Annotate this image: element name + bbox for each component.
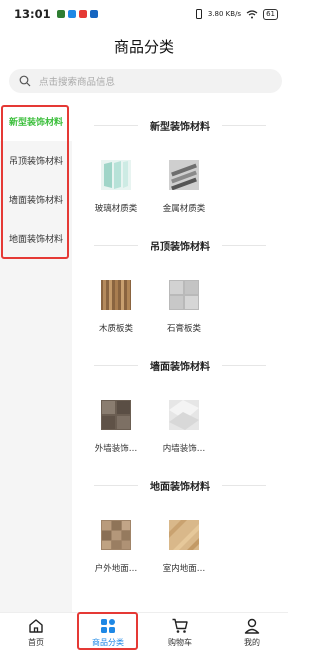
tile-label: 内墙装饰… [162, 444, 206, 454]
tile-label: 石膏板类 [166, 324, 201, 334]
divider [94, 124, 138, 126]
tab-label: 我的 [244, 638, 260, 647]
user-icon [244, 618, 260, 634]
app-notification-icon [56, 10, 65, 18]
search-placeholder: 点击搜索商品信息 [39, 77, 116, 88]
sidebar-item-ceiling-materials[interactable]: 吊顶装饰材料 [0, 141, 72, 180]
section-header: 地面装饰材料 [72, 462, 288, 508]
search-input[interactable]: 点击搜索商品信息 [9, 69, 282, 93]
category-tile-exterior-wall[interactable]: 外墙装饰… [82, 388, 150, 462]
section-title: 新型装饰材料 [150, 121, 210, 133]
sidebar-item-floor-materials[interactable]: 地面装饰材料 [0, 219, 72, 258]
network-speed: 3.80 KB/s [207, 10, 242, 18]
category-tile-metal[interactable]: 金属材质类 [150, 148, 218, 222]
sidebar-item-new-materials[interactable]: 新型装饰材料 [0, 102, 72, 141]
tab-label: 商品分类 [92, 638, 124, 647]
outdoor-floor-image [101, 520, 131, 550]
wifi-icon [246, 9, 258, 18]
interior-wall-image [169, 400, 199, 430]
category-tile-gypsum-board[interactable]: 石膏板类 [150, 268, 218, 342]
category-tile-outdoor-floor[interactable]: 户外地面… [82, 508, 150, 582]
divider [222, 484, 266, 486]
status-bar: 13:01 3.80 KB/s 61 [0, 0, 288, 28]
app-notification-icon [89, 10, 98, 18]
tab-profile[interactable]: 我的 [216, 613, 288, 652]
status-app-icons [56, 10, 98, 18]
metal-material-image [169, 160, 199, 190]
glass-material-image [101, 160, 131, 190]
section-header: 吊顶装饰材料 [72, 222, 288, 268]
battery-icon: 61 [263, 8, 278, 20]
section-title: 地面装饰材料 [150, 481, 210, 493]
home-icon [29, 619, 43, 633]
tile-label: 玻璃材质类 [94, 204, 138, 214]
category-tile-indoor-floor[interactable]: 室内地面… [150, 508, 218, 582]
divider [222, 124, 266, 126]
section-ceiling-materials: 吊顶装饰材料 木质板类 石膏板类 [72, 222, 288, 342]
vibrate-icon [195, 9, 202, 19]
gypsum-board-image [169, 280, 199, 310]
tile-label: 户外地面… [94, 564, 138, 574]
tab-category[interactable]: 商品分类 [72, 613, 144, 652]
category-tile-interior-wall[interactable]: 内墙装饰… [150, 388, 218, 462]
divider [222, 244, 266, 246]
section-floor-materials: 地面装饰材料 户外地面… 室内地面… [72, 462, 288, 582]
divider [222, 364, 266, 366]
category-icon [101, 619, 115, 633]
search-icon [19, 75, 31, 87]
divider [94, 244, 138, 246]
section-new-materials: 新型装饰材料 玻璃材质类 金属材质类 [72, 102, 288, 222]
tab-label: 购物车 [168, 638, 192, 647]
section-wall-materials: 墙面装饰材料 外墙装饰… 内墙装饰… [72, 342, 288, 462]
app-notification-icon [67, 10, 76, 18]
wood-board-image [101, 280, 131, 310]
section-title: 墙面装饰材料 [150, 361, 210, 373]
page-header: 商品分类 [0, 28, 288, 64]
section-title: 吊顶装饰材料 [150, 241, 210, 253]
category-tile-glass[interactable]: 玻璃材质类 [82, 148, 150, 222]
tile-label: 金属材质类 [162, 204, 206, 214]
indoor-floor-image [169, 520, 199, 550]
category-tile-wood-board[interactable]: 木质板类 [82, 268, 150, 342]
status-time: 13:01 [14, 7, 51, 21]
tab-home[interactable]: 首页 [0, 613, 72, 652]
tile-label: 室内地面… [162, 564, 206, 574]
app-notification-icon [78, 10, 87, 18]
tile-label: 木质板类 [98, 324, 133, 334]
category-content: 新型装饰材料 玻璃材质类 金属材质类 吊顶装饰材料 木质板类 石膏板类 墙面装饰… [72, 102, 288, 612]
tile-label: 外墙装饰… [94, 444, 138, 454]
cart-icon [172, 618, 188, 633]
section-header: 新型装饰材料 [72, 102, 288, 148]
tab-cart[interactable]: 购物车 [144, 613, 216, 652]
sidebar-item-wall-materials[interactable]: 墙面装饰材料 [0, 180, 72, 219]
page-title: 商品分类 [113, 37, 174, 56]
status-right: 3.80 KB/s 61 [195, 8, 278, 20]
tab-label: 首页 [28, 638, 44, 647]
divider [94, 484, 138, 486]
section-header: 墙面装饰材料 [72, 342, 288, 388]
category-sidebar: 新型装饰材料 吊顶装饰材料 墙面装饰材料 地面装饰材料 [0, 102, 72, 616]
exterior-wall-image [101, 400, 131, 430]
divider [94, 364, 138, 366]
bottom-tab-bar: 首页 商品分类 购物车 我的 [0, 612, 288, 652]
